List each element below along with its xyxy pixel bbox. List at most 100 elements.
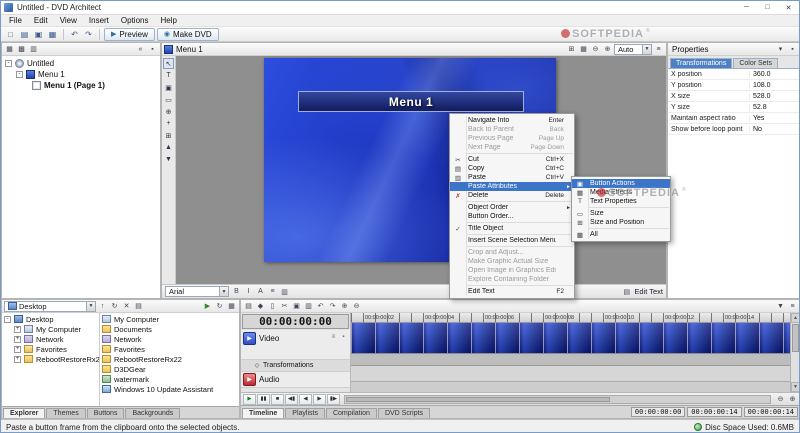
insert-media-icon[interactable]: ▥ xyxy=(28,44,39,55)
menu-item-button-actions[interactable]: ▣Button Actions xyxy=(572,179,670,188)
menu-item-insert-scene-selection-menu[interactable]: Insert Scene Selection Menu... xyxy=(450,236,574,245)
minimize-button[interactable]: ─ xyxy=(736,1,757,14)
explorer-tab-buttons[interactable]: Buttons xyxy=(87,408,125,418)
menu-item-delete[interactable]: ✗DeleteDelete xyxy=(450,191,574,200)
cut-icon[interactable]: ✂ xyxy=(279,301,290,312)
button-tool-icon[interactable]: ▭ xyxy=(163,94,174,105)
timeline-tab-compilation[interactable]: Compilation xyxy=(326,408,377,418)
zoom-tool-icon[interactable]: ⊕ xyxy=(163,106,174,117)
menu-item-media-effects[interactable]: ▦Media Effects xyxy=(572,188,670,197)
zoom-out-time-icon[interactable]: ⊖ xyxy=(775,394,786,405)
expander-icon[interactable]: + xyxy=(14,346,21,353)
new-project-icon[interactable]: □ xyxy=(4,28,17,41)
menu-item-object-order[interactable]: Object Order► xyxy=(450,203,574,212)
explorer-tab-themes[interactable]: Themes xyxy=(46,408,85,418)
text-tool-icon[interactable]: T xyxy=(163,70,174,81)
text-shadow-icon[interactable]: ▥ xyxy=(279,286,290,297)
zoom-out-icon[interactable]: ⊖ xyxy=(590,44,601,55)
timeline-properties-icon[interactable]: ▤ xyxy=(243,301,254,312)
align-text-icon[interactable]: ≡ xyxy=(267,286,278,297)
video-track-header[interactable]: ▶ Video ≡▪ xyxy=(241,330,350,360)
up-one-level-icon[interactable]: ↑ xyxy=(97,301,108,312)
copy-icon[interactable]: ▣ xyxy=(291,301,302,312)
explorer-tree-item-desktop[interactable]: -Desktop xyxy=(2,314,99,324)
explorer-tree-item-my-computer[interactable]: +My Computer xyxy=(2,324,99,334)
properties-tab-transformations[interactable]: Transformations xyxy=(670,58,732,68)
scroll-down-icon[interactable]: ▼ xyxy=(791,382,800,392)
zoom-in-icon[interactable]: ⊕ xyxy=(339,301,350,312)
order-down-icon[interactable]: ▼ xyxy=(163,154,174,165)
start-preview-icon[interactable]: ▶ xyxy=(202,301,213,312)
menu-item-button-order[interactable]: Button Order... xyxy=(450,212,574,221)
zoom-out-icon[interactable]: ⊖ xyxy=(351,301,362,312)
menu-item-navigate-into[interactable]: Navigate IntoEnter xyxy=(450,116,574,125)
pin-panel-icon[interactable]: ▪ xyxy=(147,44,158,55)
selection-tool-icon[interactable]: ↖ xyxy=(163,58,174,69)
timeline-options-icon[interactable]: ≡ xyxy=(787,301,798,312)
edit-text-button[interactable]: ▤ Edit Text xyxy=(621,286,663,297)
close-button[interactable]: ✕ xyxy=(778,1,799,14)
project-menu-item[interactable]: - Menu 1 xyxy=(2,69,160,80)
zoom-combo[interactable]: Auto ▼ xyxy=(614,44,652,55)
open-project-icon[interactable]: ▤ xyxy=(18,28,31,41)
track-mute-icon[interactable]: ▪ xyxy=(339,332,348,341)
menu-insert[interactable]: Insert xyxy=(83,15,115,26)
track-fx-icon[interactable]: ≡ xyxy=(329,332,338,341)
play-button[interactable]: ▶ xyxy=(243,394,256,405)
split-icon[interactable]: ▯ xyxy=(267,301,278,312)
properties-tab-color-sets[interactable]: Color Sets xyxy=(733,58,778,68)
redo-icon[interactable]: ↷ xyxy=(82,28,95,41)
collapse-panel-icon[interactable]: « xyxy=(135,44,146,55)
maximize-button[interactable]: □ xyxy=(757,1,778,14)
transformations-track-header[interactable]: ◇ Transformations xyxy=(241,360,350,372)
show-grid-icon[interactable]: ⊞ xyxy=(566,44,577,55)
insert-chapter-icon[interactable]: ◆ xyxy=(255,301,266,312)
expander-icon[interactable]: - xyxy=(5,60,12,67)
stop-button[interactable]: ■ xyxy=(271,394,284,405)
paste-icon[interactable]: ▥ xyxy=(303,301,314,312)
zoom-in-time-icon[interactable]: ⊕ xyxy=(787,394,798,405)
property-row-maintain-aspect-ratio[interactable]: Maintain aspect ratioYes xyxy=(668,113,800,124)
chevron-down-icon[interactable]: ▼ xyxy=(86,302,95,311)
file-item-documents[interactable]: Documents xyxy=(100,324,239,334)
expander-icon[interactable]: + xyxy=(14,336,21,343)
previous-frame-button[interactable]: ◀ xyxy=(299,394,312,405)
horizontal-scrollbar[interactable] xyxy=(344,395,771,404)
address-combo[interactable]: Desktop ▼ xyxy=(4,301,96,312)
scrollbar-thumb[interactable] xyxy=(792,324,799,352)
file-item-network[interactable]: Network xyxy=(100,334,239,344)
pan-tool-icon[interactable]: + xyxy=(163,118,174,129)
menu-edit[interactable]: Edit xyxy=(28,15,54,26)
project-properties-icon[interactable]: ▦ xyxy=(46,28,59,41)
file-item-my-computer[interactable]: My Computer xyxy=(100,314,239,324)
menu-item-size-and-position[interactable]: ⊞Size and Position xyxy=(572,218,670,227)
save-project-icon[interactable]: ▣ xyxy=(32,28,45,41)
menu-item-make-graphic-actual-size[interactable]: Make Graphic Actual Size xyxy=(450,257,574,266)
media-properties-icon[interactable]: ▦ xyxy=(226,301,237,312)
file-item-windows-10-update-assistant[interactable]: Windows 10 Update Assistant xyxy=(100,384,239,394)
properties-options-icon[interactable]: ▾ xyxy=(775,44,786,55)
menu-item-cut[interactable]: ✂CutCtrl+X xyxy=(450,155,574,164)
properties-pin-icon[interactable]: ▪ xyxy=(787,44,798,55)
italic-icon[interactable]: I xyxy=(243,286,254,297)
auto-preview-icon[interactable]: ↻ xyxy=(214,301,225,312)
go-to-end-button[interactable]: ▮▶ xyxy=(327,394,340,405)
menu-item-text-properties[interactable]: TText Properties xyxy=(572,197,670,206)
insert-page-icon[interactable]: ▩ xyxy=(16,44,27,55)
property-value[interactable]: 360.0 xyxy=(750,71,800,78)
project-page-item[interactable]: Menu 1 (Page 1) xyxy=(2,80,160,91)
property-row-x-position[interactable]: X position360.0 xyxy=(668,69,800,80)
menu-item-previous-page[interactable]: Previous PagePage Up xyxy=(450,134,574,143)
explorer-tab-backgrounds[interactable]: Backgrounds xyxy=(125,408,180,418)
menu-item-next-page[interactable]: Next PagePage Down xyxy=(450,143,574,152)
transformations-track-lane[interactable] xyxy=(351,354,790,366)
property-value[interactable]: Yes xyxy=(750,115,800,122)
menu-file[interactable]: File xyxy=(3,15,28,26)
timeline-ruler[interactable]: 00:00:00:0200:00:00:0400:00:00:0600:00:0… xyxy=(351,313,790,323)
menu-item-copy[interactable]: ▤CopyCtrl+C xyxy=(450,164,574,173)
expander-icon[interactable]: - xyxy=(16,71,23,78)
audio-track-lane[interactable] xyxy=(351,366,790,382)
video-track-clip[interactable] xyxy=(351,323,790,354)
expander-icon[interactable]: + xyxy=(14,326,21,333)
chapter-marker-icon[interactable]: ▼ xyxy=(775,301,786,312)
